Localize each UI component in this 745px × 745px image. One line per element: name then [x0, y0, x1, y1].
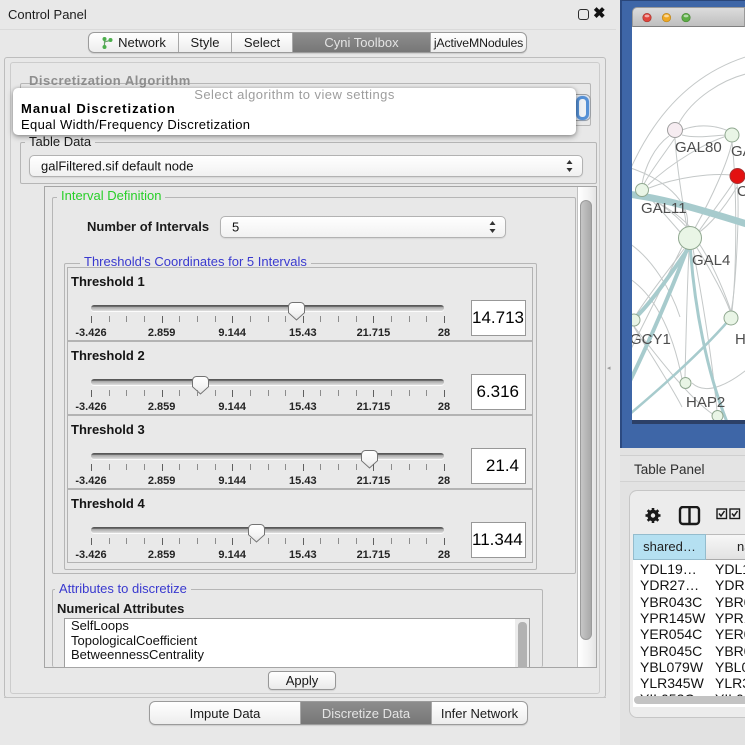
svg-text:GAL11: GAL11: [641, 200, 687, 217]
svg-text:H: H: [735, 331, 745, 348]
svg-text:GCY1: GCY1: [632, 331, 671, 348]
svg-text:GA: GA: [731, 143, 745, 160]
svg-text:HAP2: HAP2: [686, 394, 725, 411]
svg-text:C: C: [737, 183, 745, 200]
svg-text:GAL80: GAL80: [675, 139, 722, 156]
svg-text:GAL4: GAL4: [692, 252, 730, 269]
